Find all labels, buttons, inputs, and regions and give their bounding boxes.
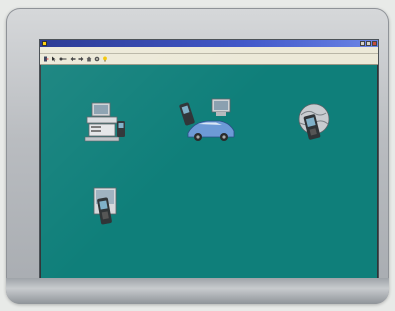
- key-icon[interactable]: [59, 56, 67, 62]
- menu-bar: [40, 47, 378, 54]
- settings-gear-icon[interactable]: [94, 56, 100, 62]
- monitor-screen: [39, 39, 379, 290]
- handheld-scanner-icon: [93, 187, 117, 225]
- handheld-scanner-globe-icon: [298, 103, 330, 140]
- computer-workstation-icon: [84, 102, 125, 142]
- vehicle-diagnostic-icon: [179, 98, 235, 141]
- app-launcher-workstation[interactable]: [70, 99, 140, 148]
- bezel-bottom-panel: [6, 278, 389, 304]
- forward-arrow-icon[interactable]: [78, 56, 84, 62]
- exit-door-icon[interactable]: [43, 56, 49, 62]
- close-icon[interactable]: [372, 41, 377, 46]
- app-launcher-vehicle[interactable]: [168, 97, 248, 148]
- window-title-bar[interactable]: [40, 40, 378, 47]
- help-cursor-icon[interactable]: [51, 56, 57, 62]
- maximize-icon[interactable]: [366, 41, 371, 46]
- lightbulb-icon[interactable]: [102, 56, 108, 62]
- back-arrow-icon[interactable]: [70, 56, 76, 62]
- bezel-brand-text: [6, 288, 389, 298]
- minimize-icon[interactable]: [360, 41, 365, 46]
- home-icon[interactable]: [86, 56, 92, 62]
- desktop-area: [40, 65, 378, 281]
- toolbar: [40, 54, 378, 65]
- app-launcher-scanner-globe[interactable]: [278, 101, 348, 148]
- app-window-icon: [42, 41, 47, 46]
- monitor-bezel: [6, 8, 389, 304]
- app-launcher-scanner[interactable]: [70, 186, 140, 231]
